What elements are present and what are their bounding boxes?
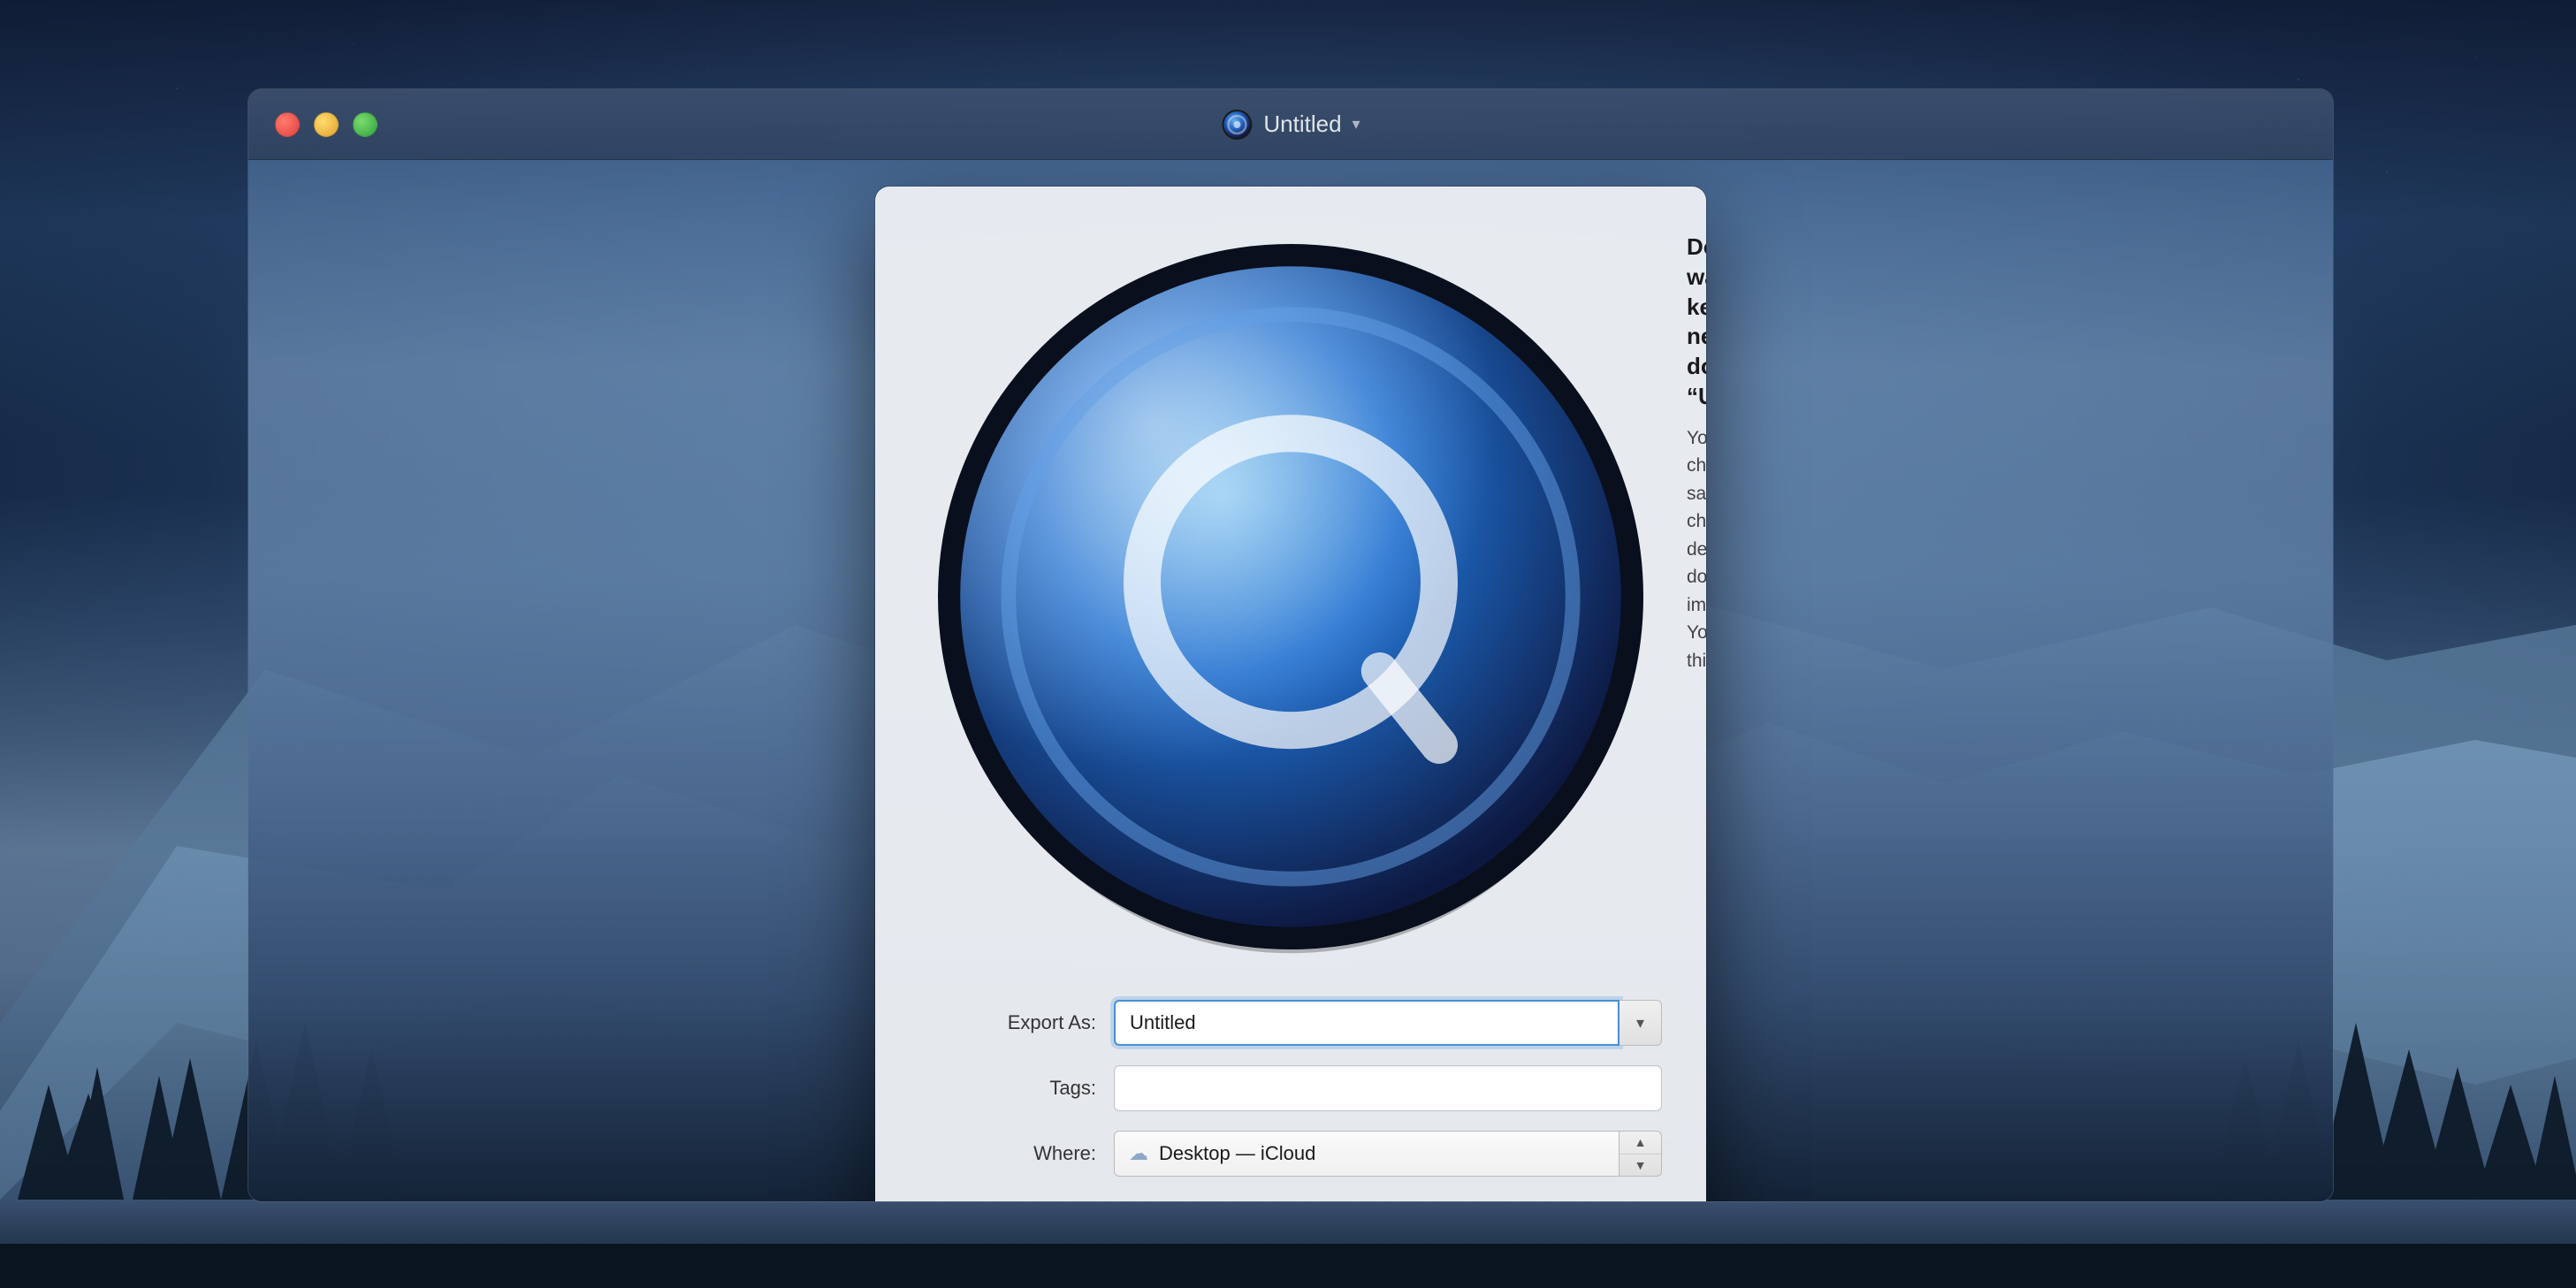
export-as-dropdown[interactable]: ▾ <box>1620 1000 1662 1046</box>
save-dialog: Do you want to keep this new document “U… <box>875 187 1706 1201</box>
window-title: Untitled <box>1263 111 1341 138</box>
dialog-body-line1: You can choose to save your changes, or … <box>1687 428 1706 588</box>
where-label: Where: <box>919 1142 1096 1165</box>
export-as-input[interactable] <box>1114 1000 1620 1046</box>
title-bar: Untitled ▾ <box>248 89 2333 160</box>
title-chevron-icon: ▾ <box>1353 115 1360 133</box>
dialog-header: Do you want to keep this new document “U… <box>919 225 1662 968</box>
where-input-wrapper: ☁ Desktop — iCloud ▲ ▼ <box>1114 1131 1662 1177</box>
where-value: Desktop — iCloud <box>1159 1142 1315 1165</box>
dialog-text: Do you want to keep this new document “U… <box>1687 225 1706 674</box>
tags-input-wrapper <box>1114 1065 1662 1111</box>
window-app-icon <box>1221 109 1253 141</box>
minimize-button[interactable] <box>314 112 339 137</box>
window-title-bar: Untitled ▾ <box>1221 109 1360 141</box>
dialog-body: You can choose to save your changes, or … <box>1687 424 1706 675</box>
where-select[interactable]: ☁ Desktop — iCloud <box>1114 1131 1620 1177</box>
stepper-down-icon[interactable]: ▼ <box>1620 1155 1661 1177</box>
window-content: Do you want to keep this new document “U… <box>248 160 2333 1201</box>
tags-row: Tags: <box>919 1065 1662 1111</box>
mac-window: Untitled ▾ <box>248 88 2334 1202</box>
dialog-body-line2: immediately. You can’t undo this action. <box>1687 595 1706 671</box>
where-row: Where: ☁ Desktop — iCloud ▲ ▼ <box>919 1131 1662 1177</box>
cloud-icon: ☁ <box>1129 1142 1148 1165</box>
maximize-button[interactable] <box>353 112 377 137</box>
export-as-input-wrapper: ▾ <box>1114 1000 1662 1046</box>
stepper-up-icon[interactable]: ▲ <box>1620 1132 1661 1155</box>
dialog-title: Do you want to keep this new document “U… <box>1687 232 1706 412</box>
tags-input[interactable] <box>1114 1065 1662 1111</box>
export-as-label: Export As: <box>919 1011 1096 1034</box>
app-icon <box>919 225 1662 968</box>
export-as-row: Export As: ▾ <box>919 1000 1662 1046</box>
tags-label: Tags: <box>919 1077 1096 1100</box>
modal-overlay: Do you want to keep this new document “U… <box>248 160 2333 1201</box>
traffic-lights <box>275 112 377 137</box>
close-button[interactable] <box>275 112 300 137</box>
where-stepper[interactable]: ▲ ▼ <box>1620 1131 1662 1177</box>
